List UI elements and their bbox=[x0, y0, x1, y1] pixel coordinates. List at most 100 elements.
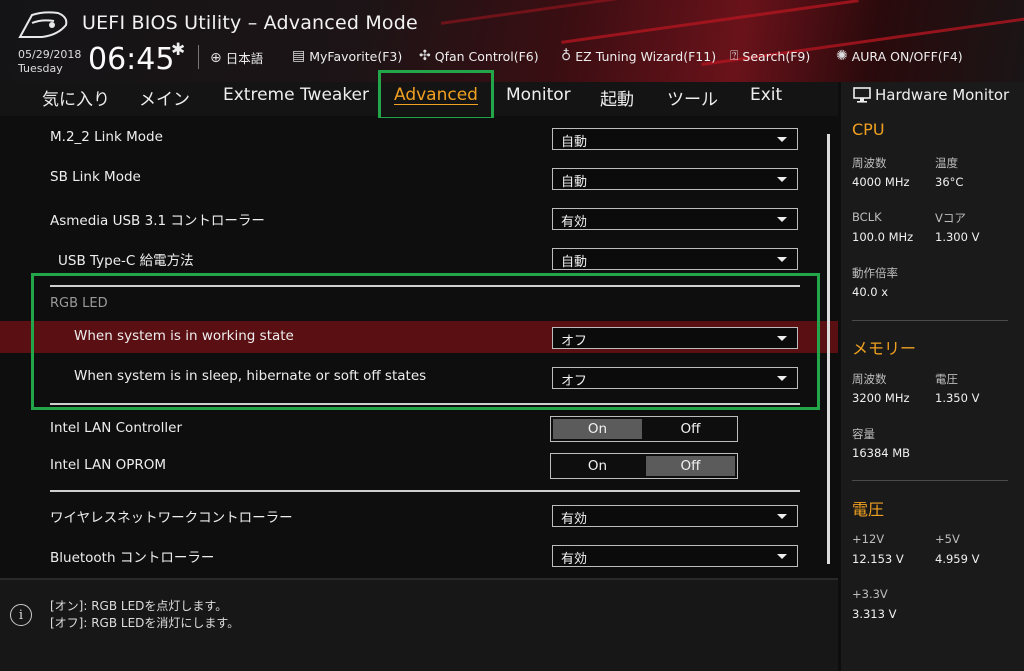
wireless-controller-value: 有効 bbox=[561, 512, 588, 527]
asmedia-usb-dropdown[interactable]: 有効 bbox=[552, 208, 798, 230]
cpu-freq-value: 4000 MHz bbox=[852, 175, 910, 189]
vcore-value: 1.300 V bbox=[935, 230, 980, 244]
m2-link-mode-value: 自動 bbox=[561, 135, 588, 150]
aura-button[interactable]: ✺ AURA ON/OFF(F4) bbox=[836, 48, 963, 64]
wireless-controller-dropdown[interactable]: 有効 bbox=[552, 505, 798, 527]
header-decoration bbox=[440, 0, 640, 25]
toggle-on-option[interactable]: On bbox=[553, 419, 642, 439]
advanced-tab-highlight bbox=[378, 70, 494, 120]
clock-time: 06:45 bbox=[88, 42, 175, 77]
mem-volt-value: 1.350 V bbox=[935, 391, 980, 405]
lightbulb-icon: ♁ bbox=[561, 48, 572, 64]
help-line-1: [オン]: RGB LEDを点灯します。 bbox=[50, 599, 228, 613]
v33-label: +3.3V bbox=[852, 587, 888, 601]
bluetooth-controller-value: 有効 bbox=[561, 552, 588, 567]
settings-scrollbar[interactable] bbox=[827, 134, 830, 564]
sb-link-mode-dropdown[interactable]: 自動 bbox=[552, 168, 798, 190]
v12-value: 12.153 V bbox=[852, 552, 904, 566]
favorite-list-icon: ▤ bbox=[292, 48, 306, 64]
qfan-label: Qfan Control(F6) bbox=[434, 48, 539, 64]
cpu-ratio-value: 40.0 x bbox=[852, 285, 889, 299]
intel-lan-oprom-label: Intel LAN OPROM bbox=[50, 457, 167, 473]
bluetooth-controller-dropdown[interactable]: 有効 bbox=[552, 545, 798, 567]
bclk-value: 100.0 MHz bbox=[852, 230, 914, 244]
hw-divider bbox=[852, 480, 1008, 481]
hardware-monitor-label: Hardware Monitor bbox=[875, 86, 1010, 104]
toggle-off-option[interactable]: Off bbox=[646, 456, 735, 476]
section-divider bbox=[50, 490, 800, 492]
hardware-monitor-title: Hardware Monitor bbox=[853, 86, 1009, 104]
window-title: UEFI BIOS Utility – Advanced Mode bbox=[82, 12, 418, 34]
header-bar: UEFI BIOS Utility – Advanced Mode 05/29/… bbox=[0, 0, 1024, 82]
v5-value: 4.959 V bbox=[935, 552, 980, 566]
tab-exit[interactable]: Exit bbox=[750, 85, 782, 105]
intel-lan-oprom-toggle[interactable]: On Off bbox=[550, 453, 738, 479]
mem-capacity-label: 容量 bbox=[852, 427, 875, 441]
date-display: 05/29/2018 Tuesday bbox=[18, 48, 81, 76]
m2-link-mode-dropdown[interactable]: 自動 bbox=[552, 128, 798, 150]
intel-lan-controller-label: Intel LAN Controller bbox=[50, 420, 183, 436]
m2-link-mode-label: M.2_2 Link Mode bbox=[50, 129, 163, 145]
qfan-button[interactable]: ✣ Qfan Control(F6) bbox=[419, 48, 539, 64]
intel-lan-controller-toggle[interactable]: On Off bbox=[550, 416, 738, 442]
usb-typec-power-value: 自動 bbox=[561, 255, 588, 270]
v12-label: +12V bbox=[852, 532, 885, 546]
aura-light-icon: ✺ bbox=[836, 48, 848, 64]
bluetooth-controller-label: Bluetooth コントローラー bbox=[50, 550, 215, 566]
dropdown-arrow-icon bbox=[777, 217, 787, 222]
tab-main[interactable]: メイン bbox=[139, 85, 190, 110]
usb-typec-power-label: USB Type-C 給電方法 bbox=[58, 253, 194, 269]
header-divider bbox=[198, 45, 199, 69]
toggle-on-option[interactable]: On bbox=[553, 456, 642, 476]
date-text: 05/29/2018 bbox=[18, 48, 82, 61]
search-help-icon: ⍰ bbox=[730, 48, 739, 64]
fan-icon: ✣ bbox=[419, 48, 431, 64]
mem-freq-value: 3200 MHz bbox=[852, 391, 910, 405]
tab-tool[interactable]: ツール bbox=[667, 85, 718, 110]
sb-link-mode-label: SB Link Mode bbox=[50, 169, 141, 185]
language-button[interactable]: ⊕ 日本語 bbox=[210, 48, 263, 67]
cpu-temp-label: 温度 bbox=[935, 156, 958, 170]
ez-tuning-button[interactable]: ♁ EZ Tuning Wizard(F11) bbox=[561, 48, 716, 64]
header-decoration bbox=[561, 0, 859, 44]
usb-typec-power-dropdown[interactable]: 自動 bbox=[552, 248, 798, 270]
monitor-icon bbox=[853, 87, 871, 103]
bclk-label: BCLK bbox=[852, 210, 882, 224]
cpu-freq-label: 周波数 bbox=[852, 156, 887, 170]
toggle-off-option[interactable]: Off bbox=[646, 419, 735, 439]
myfavorite-label: MyFavorite(F3) bbox=[309, 48, 403, 64]
mem-volt-label: 電圧 bbox=[935, 372, 958, 386]
search-button[interactable]: ⍰ Search(F9) bbox=[730, 48, 810, 64]
dropdown-arrow-icon bbox=[777, 177, 787, 182]
v33-value: 3.313 V bbox=[852, 607, 897, 621]
rog-logo-icon bbox=[18, 11, 68, 38]
memory-heading: メモリー bbox=[852, 339, 917, 358]
day-text: Tuesday bbox=[18, 62, 63, 75]
mem-capacity-value: 16384 MB bbox=[852, 446, 911, 460]
tab-extreme-tweaker[interactable]: Extreme Tweaker bbox=[223, 85, 369, 105]
dropdown-arrow-icon bbox=[777, 257, 787, 262]
globe-icon: ⊕ bbox=[210, 49, 222, 66]
myfavorite-button[interactable]: ▤ MyFavorite(F3) bbox=[292, 48, 402, 64]
sb-link-mode-value: 自動 bbox=[561, 175, 588, 190]
dropdown-arrow-icon bbox=[777, 514, 787, 519]
aura-label: AURA ON/OFF(F4) bbox=[851, 48, 963, 64]
mem-freq-label: 周波数 bbox=[852, 372, 887, 386]
cpu-heading: CPU bbox=[852, 120, 885, 139]
asmedia-usb-label: Asmedia USB 3.1 コントローラー bbox=[50, 213, 265, 229]
language-label: 日本語 bbox=[225, 51, 264, 66]
hw-divider bbox=[852, 320, 1008, 321]
gear-icon[interactable]: ✱ bbox=[171, 40, 185, 60]
v5-label: +5V bbox=[935, 532, 960, 546]
ez-tuning-label: EZ Tuning Wizard(F11) bbox=[575, 48, 717, 64]
vcore-label: Vコア bbox=[935, 211, 966, 225]
help-line-2: [オフ]: RGB LEDを消灯にします。 bbox=[50, 616, 240, 630]
dropdown-arrow-icon bbox=[777, 137, 787, 142]
wireless-controller-label: ワイヤレスネットワークコントローラー bbox=[50, 510, 293, 526]
tab-favorites[interactable]: 気に入り bbox=[42, 85, 110, 110]
tab-monitor[interactable]: Monitor bbox=[506, 85, 571, 105]
search-label: Search(F9) bbox=[742, 48, 811, 64]
help-panel: i [オン]: RGB LEDを点灯します。 [オフ]: RGB LEDを消灯に… bbox=[0, 578, 838, 671]
tab-boot[interactable]: 起動 bbox=[600, 85, 634, 110]
rgb-led-highlight-box bbox=[31, 273, 820, 410]
